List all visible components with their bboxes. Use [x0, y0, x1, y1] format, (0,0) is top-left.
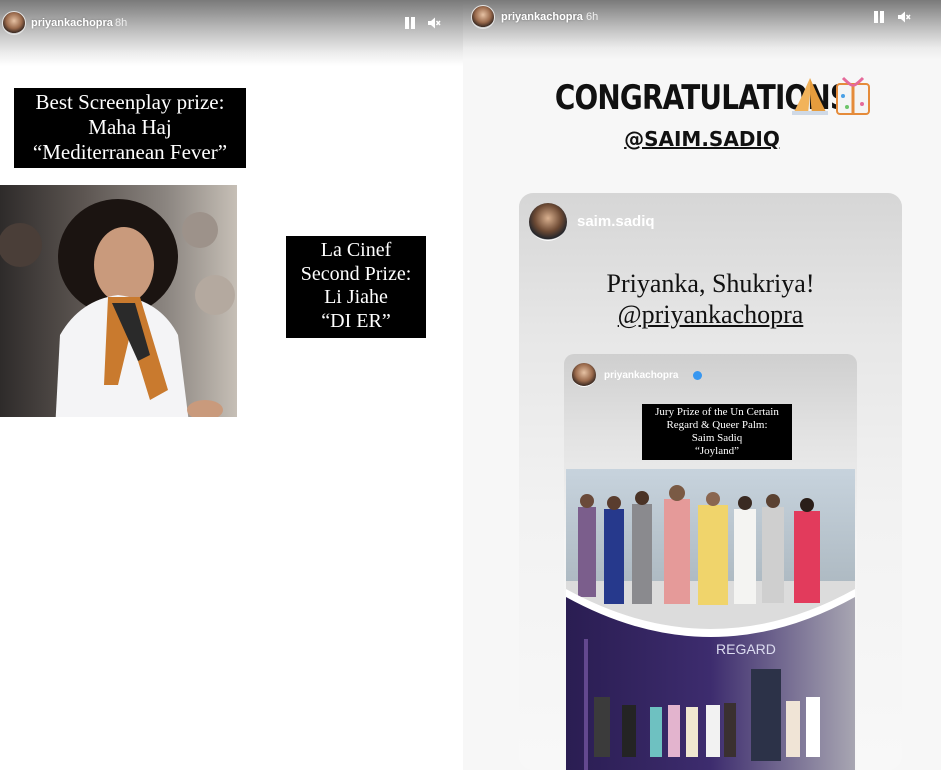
caption-line: Regard & Queer Palm: [666, 419, 768, 431]
shared-username[interactable]: saim.sadiq [577, 213, 655, 230]
nested-story-card[interactable]: priyankachopra Jury Prize of the Un Cert… [564, 354, 857, 770]
caption-line: Second Prize: [300, 262, 412, 285]
wrapped-gift-emoji [836, 76, 870, 115]
thank-you-message: Priyanka, Shukriya! @priyankachopra [519, 268, 902, 330]
story-timestamp: 6h [586, 11, 599, 23]
story-username[interactable]: priyankachopra [31, 17, 113, 29]
message-line: Priyanka, Shukriya! [606, 269, 815, 298]
caption-line: Jury Prize of the Un Certain [655, 406, 779, 418]
caption-line: La Cinef [320, 239, 392, 261]
caption-line: Li Jiahe [324, 286, 388, 308]
caption-line: “Joyland” [695, 445, 739, 457]
shared-profile-avatar[interactable] [529, 203, 567, 241]
shared-story-card[interactable]: saim.sadiq Priyanka, Shukriya! @priyanka… [519, 193, 902, 770]
caption-line: “DI ER” [321, 309, 391, 332]
nested-profile-avatar[interactable] [572, 363, 596, 387]
pause-icon[interactable] [403, 16, 417, 30]
folded-hands-emoji [792, 78, 828, 115]
award-caption-screenplay: Best Screenplay prize: Maha Haj “Mediter… [14, 88, 246, 168]
caption-line: Saim Sadiq [691, 432, 743, 444]
message-mention-link[interactable]: @priyankachopra [519, 299, 902, 330]
profile-avatar[interactable] [471, 5, 495, 29]
cast-group-photo: REGARD [566, 469, 855, 770]
profile-avatar[interactable] [2, 11, 26, 35]
caption-line: Best Screenplay prize: [35, 90, 225, 114]
award-caption-la-cinef: La Cinef Second Prize: Li Jiahe “DI ER” [286, 236, 426, 338]
pause-icon[interactable] [872, 10, 886, 24]
story-username[interactable]: priyankachopra [501, 11, 583, 23]
winner-portrait-photo [0, 185, 237, 431]
mention-link[interactable]: @SAIM.SADIQ [463, 127, 941, 151]
story-header [0, 0, 463, 66]
story-panel-left[interactable]: priyankachopra 8h Best Screenplay prize:… [0, 0, 463, 770]
caption-line: Maha Haj [88, 115, 172, 139]
speaker-muted-icon[interactable] [427, 16, 441, 30]
verified-badge-icon [693, 371, 702, 380]
speaker-muted-icon[interactable] [897, 10, 911, 24]
story-panel-right[interactable]: priyankachopra 6h CONGRATULATIONS @SAIM.… [463, 0, 941, 770]
story-header [463, 0, 941, 60]
nested-username[interactable]: priyankachopra [604, 370, 678, 381]
award-caption-jury-prize: Jury Prize of the Un Certain Regard & Qu… [642, 404, 792, 460]
story-timestamp: 8h [115, 17, 128, 29]
stage-sign-text: REGARD [716, 641, 776, 657]
caption-line: “Mediterranean Fever” [32, 140, 228, 164]
